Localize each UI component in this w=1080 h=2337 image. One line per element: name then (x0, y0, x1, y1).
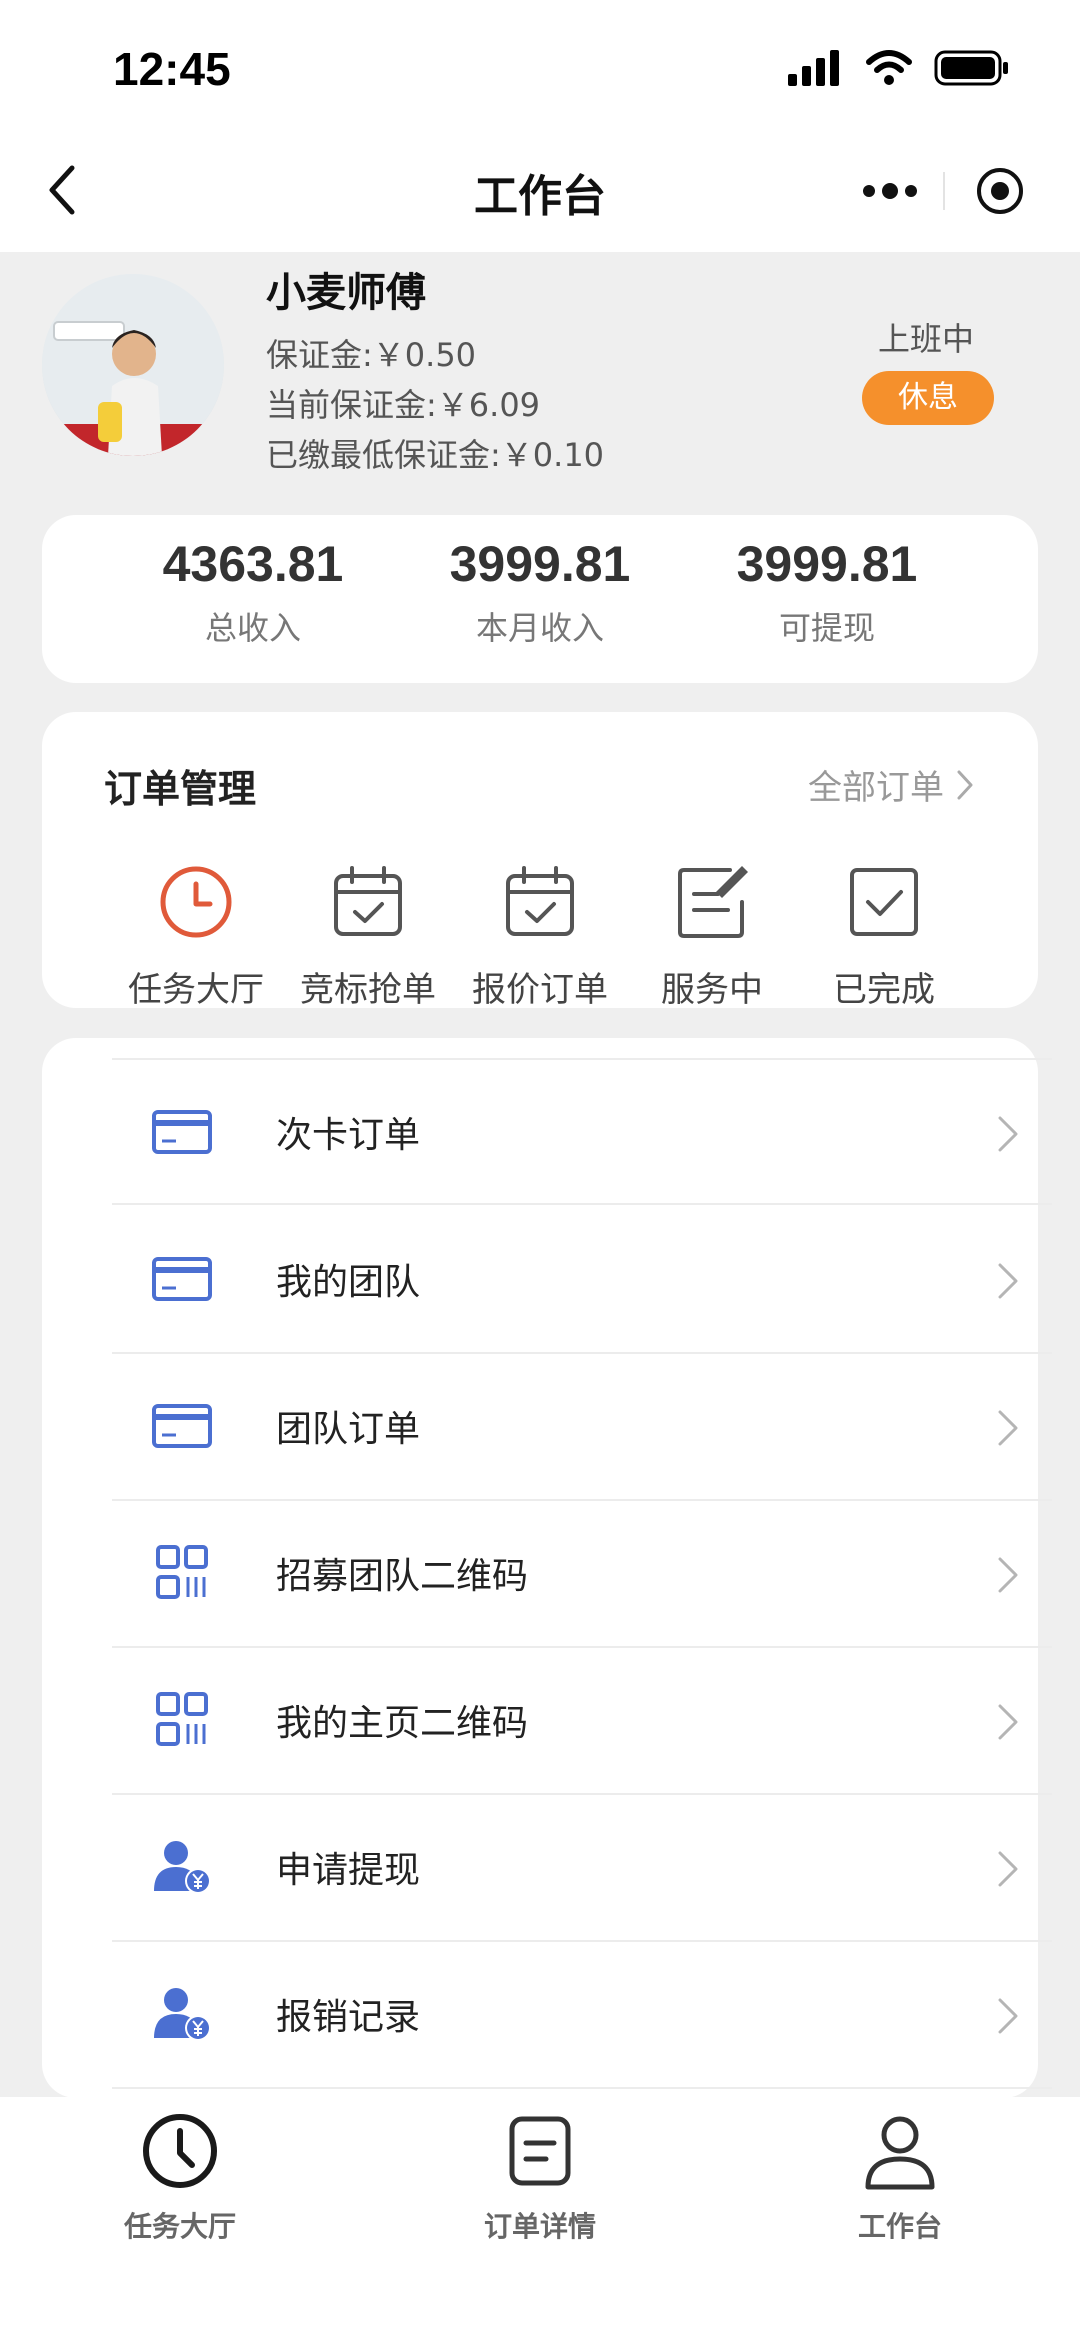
tabbar-task-hall[interactable]: 任务大厅 (60, 2111, 300, 2245)
user-name: 小麦师傅 (266, 270, 426, 316)
tab-in-service[interactable]: 服务中 (632, 862, 792, 1011)
mini-program-capsule (835, 154, 1053, 228)
bottom-tab-bar: 任务大厅 订单详情 工作台 (0, 2097, 1080, 2337)
all-orders-label: 全部订单 (808, 768, 944, 808)
qrcode-icon (156, 1692, 208, 1746)
calendar-check-icon (506, 866, 574, 936)
list-item-withdraw[interactable]: 申请提现 (112, 1795, 1052, 1942)
list-item-label: 申请提现 (276, 1850, 421, 1891)
document-icon (509, 2116, 571, 2186)
battery-icon (934, 50, 1008, 86)
close-target-icon[interactable] (975, 166, 1025, 216)
card-icon (152, 1257, 212, 1301)
card-icon (152, 1404, 212, 1448)
wifi-icon (866, 50, 912, 85)
status-bar: 12:45 (0, 0, 1080, 130)
menu-list-card: 次卡订单 我的团队 团队订单 招募团队二维码 我的主页二维码 申请提现 报销记录 (42, 1038, 1052, 2098)
chevron-right-icon (998, 1410, 1018, 1446)
list-item-my-team[interactable]: 我的团队 (112, 1207, 1052, 1354)
list-item-label: 我的主页二维码 (276, 1703, 529, 1744)
edit-note-icon (678, 866, 748, 938)
calendar-check-icon (334, 866, 402, 936)
more-icon[interactable] (855, 174, 925, 208)
tab-label: 竞标抢单 (300, 970, 436, 1010)
stat-total-income[interactable]: 4363.81 总收入 (108, 535, 398, 649)
chevron-right-icon (998, 1851, 1018, 1887)
tab-task-hall[interactable]: 任务大厅 (116, 862, 276, 1011)
profile-header: 小麦师傅 保证金:￥0.50 当前保证金:￥6.09 已缴最低保证金:￥0.10… (0, 252, 1080, 507)
clock-icon (143, 2114, 217, 2188)
avatar[interactable] (42, 274, 224, 456)
status-time: 12:45 (113, 43, 231, 95)
clock-icon (160, 866, 232, 938)
rest-button[interactable]: 休息 (862, 371, 994, 425)
tab-label: 工作台 (857, 2210, 942, 2243)
person-icon (865, 2116, 935, 2190)
list-item-label: 我的团队 (276, 1262, 421, 1303)
tab-label: 任务大厅 (128, 970, 264, 1010)
list-item-recruit-qrcode[interactable]: 招募团队二维码 (112, 1501, 1052, 1648)
list-item-label: 招募团队二维码 (276, 1556, 529, 1597)
section-title: 订单管理 (104, 767, 257, 811)
list-item-label: 次卡订单 (276, 1115, 421, 1156)
checkbox-icon (850, 868, 918, 936)
list-item-label: 报销记录 (276, 1997, 421, 2038)
tab-label: 已完成 (833, 970, 935, 1010)
tab-label: 服务中 (661, 970, 763, 1010)
chevron-right-icon (998, 1704, 1018, 1740)
chevron-right-icon (957, 770, 973, 799)
work-status: 上班中 (878, 320, 975, 358)
chevron-right-icon (998, 1116, 1018, 1152)
stat-value: 3999.81 (736, 536, 918, 592)
chevron-right-icon (998, 1263, 1018, 1299)
card-icon (152, 1110, 212, 1154)
user-yen-icon (154, 1988, 211, 2041)
tab-completed[interactable]: 已完成 (804, 862, 964, 1011)
chevron-right-icon (998, 1998, 1018, 2034)
stat-month-income[interactable]: 3999.81 本月收入 (395, 535, 685, 649)
status-icons (788, 50, 1010, 86)
tab-quote-orders[interactable]: 报价订单 (460, 862, 620, 1011)
tab-label: 订单详情 (483, 2210, 596, 2243)
min-deposit-text: 已缴最低保证金:￥0.10 (266, 436, 605, 474)
avatar-image (42, 274, 224, 456)
list-item-label: 团队订单 (276, 1409, 421, 1450)
stat-value: 3999.81 (449, 536, 631, 592)
tab-bidding[interactable]: 竞标抢单 (288, 862, 448, 1011)
all-orders-link[interactable]: 全部订单 (808, 760, 974, 809)
list-item-homepage-qrcode[interactable]: 我的主页二维码 (112, 1648, 1052, 1795)
signal-icon (788, 50, 839, 86)
tabbar-order-details[interactable]: 订单详情 (420, 2111, 660, 2245)
tab-label: 报价订单 (472, 970, 608, 1010)
stat-value: 4363.81 (162, 536, 344, 592)
order-management-card: 订单管理 全部订单 任务大厅 竞标抢单 报价订单 服务中 已完成 (42, 712, 1038, 1011)
capsule-divider (943, 172, 945, 210)
qrcode-icon (156, 1545, 208, 1599)
user-yen-icon (154, 1841, 211, 1894)
tabbar-workbench[interactable]: 工作台 (780, 2111, 1020, 2245)
list-item-team-orders[interactable]: 团队订单 (112, 1354, 1052, 1501)
list-item-card-orders[interactable]: 次卡订单 (112, 1058, 1052, 1205)
chevron-right-icon (998, 1557, 1018, 1593)
stat-withdrawable[interactable]: 3999.81 可提现 (682, 535, 972, 649)
stat-label: 总收入 (204, 609, 301, 647)
deposit-text: 保证金:￥0.50 (266, 336, 477, 374)
nav-bar: 工作台 (0, 130, 1080, 252)
current-deposit-text: 当前保证金:￥6.09 (266, 386, 541, 424)
list-item-reimbursement[interactable]: 报销记录 (112, 1942, 1052, 2089)
stat-label: 本月收入 (475, 609, 604, 647)
income-stats-card: 4363.81 总收入 3999.81 本月收入 3999.81 可提现 (42, 515, 1038, 683)
tab-label: 任务大厅 (123, 2210, 236, 2243)
stat-label: 可提现 (778, 609, 875, 647)
